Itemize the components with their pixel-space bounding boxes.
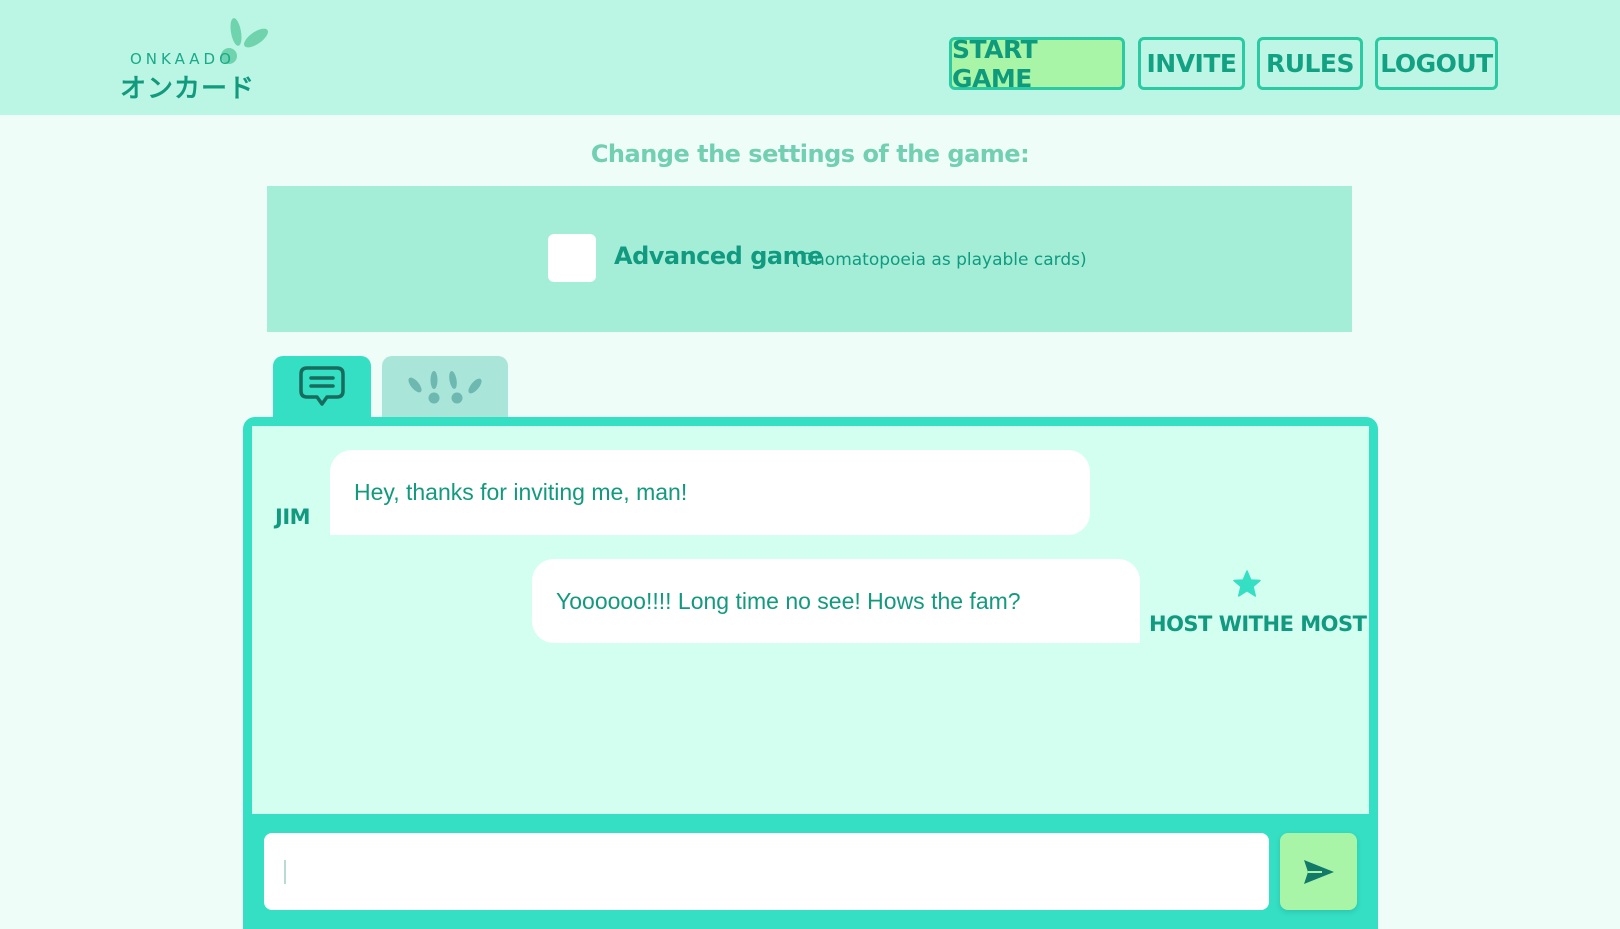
chat-message-bubble: Hey, thanks for inviting me, man!: [330, 450, 1090, 535]
send-arrow-icon: [1303, 859, 1334, 884]
chat-messages-area[interactable]: JIM Hey, thanks for inviting me, man! Yo…: [252, 426, 1369, 814]
advanced-game-description: (Onomatopoeia as playable cards): [794, 250, 1087, 270]
settings-panel: Advanced game (Onomatopoeia as playable …: [267, 186, 1352, 332]
onkaado-logo[interactable]: ONKAADO オンカード: [118, 10, 278, 104]
advanced-game-checkbox[interactable]: [548, 234, 596, 282]
chat-bubble-icon: [299, 366, 345, 406]
bunny-ears-icon: [408, 371, 482, 404]
logout-button[interactable]: LOGOUT: [1375, 37, 1498, 90]
tab-game[interactable]: [382, 356, 508, 418]
advanced-game-label: Advanced game: [614, 242, 823, 270]
tab-chat[interactable]: [273, 356, 371, 418]
top-header: ONKAADO オンカード START GAME INVITE RULES LO…: [0, 0, 1620, 115]
message-sender-jim: JIM: [275, 505, 311, 529]
rules-button[interactable]: RULES: [1257, 37, 1363, 90]
settings-title: Change the settings of the game:: [590, 140, 1030, 168]
logo-text: ONKAADO: [130, 50, 235, 68]
send-message-button[interactable]: [1280, 833, 1357, 910]
text-caret: [284, 860, 286, 884]
logo-japanese-text: オンカード: [120, 74, 256, 104]
chat-message-bubble: Yoooooo!!!! Long time no see! Hows the f…: [532, 559, 1140, 643]
chat-message-input[interactable]: [264, 833, 1269, 910]
message-sender-host: HOST WITHE MOST: [1149, 612, 1367, 636]
invite-button[interactable]: INVITE: [1138, 37, 1245, 90]
host-star-icon: [1233, 570, 1261, 597]
chat-panel: JIM Hey, thanks for inviting me, man! Yo…: [243, 417, 1378, 929]
start-game-button[interactable]: START GAME: [949, 35, 1125, 93]
